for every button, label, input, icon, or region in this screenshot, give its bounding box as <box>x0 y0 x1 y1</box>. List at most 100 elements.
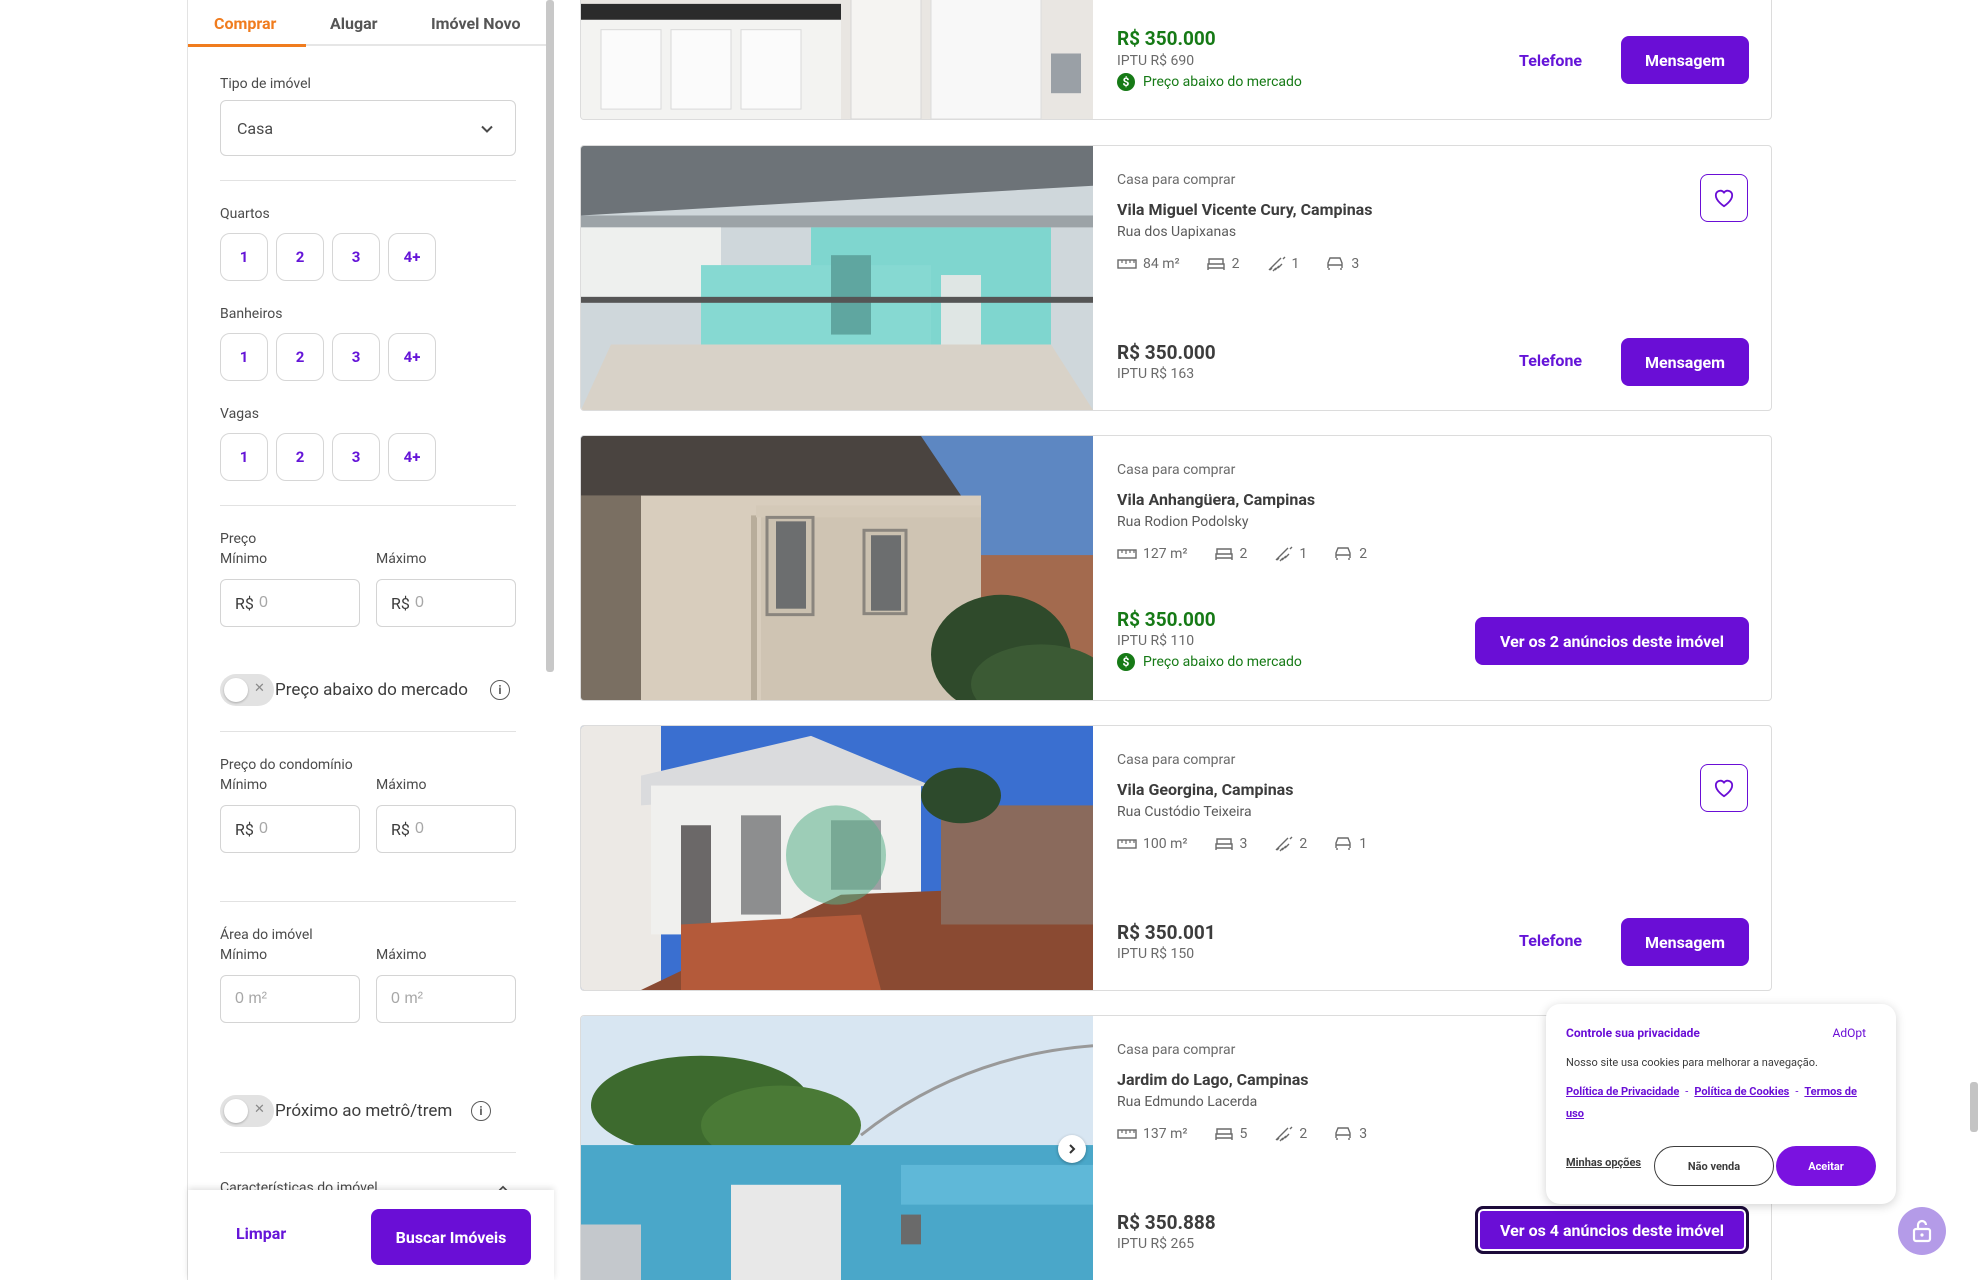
listing-features: 100 m² 3 2 1 <box>1117 834 1393 854</box>
banheiros-option-3[interactable]: 3 <box>332 333 380 381</box>
vagas-label: Vagas <box>220 406 259 422</box>
politica-cookies-link[interactable]: Política de Cookies <box>1694 1085 1789 1098</box>
toggle-knob <box>224 1099 248 1123</box>
parking-value: 3 <box>1351 256 1360 272</box>
ruler-icon <box>1117 1129 1137 1139</box>
ver-anuncios-button[interactable]: Ver os 2 anúncios deste imóvel <box>1475 617 1749 665</box>
banheiros-option-1[interactable]: 1 <box>220 333 268 381</box>
aceitar-button[interactable]: Aceitar <box>1776 1146 1876 1186</box>
privacy-popup: Controle sua privacidade AdOpt Nosso sit… <box>1546 1004 1896 1204</box>
minhas-opcoes-link[interactable]: Minhas opções <box>1566 1156 1641 1169</box>
below-market-label: Preço abaixo do mercado <box>1143 74 1302 90</box>
quartos-option-3[interactable]: 3 <box>332 233 380 281</box>
listing-card[interactable]: Casa para comprar Vila Anhangüera, Campi… <box>580 435 1772 701</box>
metro-toggle[interactable]: ✕ <box>220 1095 274 1127</box>
condominio-minimo-field[interactable]: R$ <box>220 805 360 853</box>
info-icon[interactable]: i <box>471 1101 491 1121</box>
currency-prefix: R$ <box>235 820 254 839</box>
beds-value: 2 <box>1231 256 1240 272</box>
buscar-imoveis-button[interactable]: Buscar Imóveis <box>371 1209 531 1265</box>
telefone-button[interactable]: Telefone <box>1519 51 1582 70</box>
listing-street: Rua Edmundo Lacerda <box>1117 1094 1258 1110</box>
divider <box>220 1152 516 1153</box>
currency-prefix: R$ <box>391 594 410 613</box>
shower-icon <box>1275 1126 1293 1142</box>
listing-name[interactable]: Jardim do Lago, Campinas <box>1117 1070 1308 1089</box>
politica-privacidade-link[interactable]: Política de Privacidade <box>1566 1085 1679 1098</box>
listing-price: R$ 350.001 <box>1117 921 1216 944</box>
area-maximo-field[interactable] <box>376 975 516 1023</box>
listing-name[interactable]: Vila Anhangüera, Campinas <box>1117 490 1315 509</box>
toggle-off-icon: ✕ <box>254 681 265 696</box>
page-scrollbar[interactable] <box>1970 1082 1978 1132</box>
vagas-option-3[interactable]: 3 <box>332 433 380 481</box>
below-market-badge: $ Preço abaixo do mercado <box>1117 653 1302 671</box>
divider <box>220 731 516 732</box>
sidebar-scrollbar[interactable] <box>546 0 554 672</box>
listing-features: 137 m² 5 2 3 <box>1117 1124 1393 1144</box>
privacy-lock-button[interactable] <box>1898 1207 1946 1255</box>
tipo-imovel-select[interactable]: Casa <box>220 100 516 156</box>
banheiros-option-2[interactable]: 2 <box>276 333 324 381</box>
mensagem-button[interactable]: Mensagem <box>1621 36 1749 84</box>
vagas-option-4plus[interactable]: 4+ <box>388 433 436 481</box>
vagas-option-1[interactable]: 1 <box>220 433 268 481</box>
listing-card[interactable]: R$ 350.000 IPTU R$ 690 $ Preço abaixo do… <box>580 0 1772 120</box>
listing-photo[interactable] <box>581 726 1093 990</box>
listing-price: R$ 350.888 <box>1117 1211 1216 1234</box>
listing-photo[interactable] <box>581 0 1093 119</box>
condominio-minimo-label: Mínimo <box>220 777 268 793</box>
banheiros-option-4plus[interactable]: 4+ <box>388 333 436 381</box>
condominio-maximo-field[interactable]: R$ <box>376 805 516 853</box>
area-minimo-label: Mínimo <box>220 947 268 963</box>
area-minimo-input[interactable] <box>235 986 325 1012</box>
quartos-option-1[interactable]: 1 <box>220 233 268 281</box>
privacy-brand[interactable]: AdOpt <box>1832 1026 1866 1040</box>
listing-photo[interactable] <box>581 1016 1093 1280</box>
area-maximo-input[interactable] <box>391 986 481 1012</box>
quartos-option-4plus[interactable]: 4+ <box>388 233 436 281</box>
listing-street: Rua Custódio Teixeira <box>1117 804 1252 820</box>
listing-card[interactable]: Casa para comprar Vila Miguel Vicente Cu… <box>580 145 1772 411</box>
mensagem-button[interactable]: Mensagem <box>1621 918 1749 966</box>
telefone-button[interactable]: Telefone <box>1519 931 1582 950</box>
quartos-option-2[interactable]: 2 <box>276 233 324 281</box>
favorite-button[interactable] <box>1700 174 1748 222</box>
divider <box>220 505 516 506</box>
divider <box>220 901 516 902</box>
listing-name[interactable]: Vila Miguel Vicente Cury, Campinas <box>1117 200 1372 219</box>
car-icon <box>1327 257 1344 270</box>
area-value: 84 m² <box>1143 256 1180 272</box>
preco-abaixo-toggle[interactable]: ✕ <box>220 674 274 706</box>
baths-value: 2 <box>1299 1126 1308 1142</box>
telefone-button[interactable]: Telefone <box>1519 351 1582 370</box>
listing-street: Rua dos Uapixanas <box>1117 224 1237 240</box>
tab-imovel-novo[interactable]: Imóvel Novo <box>431 14 521 33</box>
nao-venda-button[interactable]: Não venda <box>1654 1146 1774 1186</box>
condominio-minimo-input[interactable] <box>259 816 349 842</box>
listing-photo[interactable] <box>581 436 1093 700</box>
preco-maximo-field[interactable]: R$ <box>376 579 516 627</box>
condominio-maximo-input[interactable] <box>415 816 505 842</box>
listing-name[interactable]: Vila Georgina, Campinas <box>1117 780 1293 799</box>
search-tabs: Comprar Alugar Imóvel Novo <box>188 0 548 47</box>
ver-anuncios-button[interactable]: Ver os 4 anúncios deste imóvel <box>1475 1206 1749 1254</box>
vagas-option-2[interactable]: 2 <box>276 433 324 481</box>
chevron-down-icon <box>481 125 493 133</box>
mensagem-button[interactable]: Mensagem <box>1621 338 1749 386</box>
tab-alugar[interactable]: Alugar <box>330 14 378 33</box>
listing-card[interactable]: Casa para comprar Vila Georgina, Campina… <box>580 725 1772 991</box>
limpar-button[interactable]: Limpar <box>236 1224 286 1243</box>
info-icon[interactable]: i <box>490 680 510 700</box>
preco-minimo-input[interactable] <box>259 590 349 616</box>
preco-maximo-input[interactable] <box>415 590 505 616</box>
favorite-button[interactable] <box>1700 764 1748 812</box>
baths-value: 2 <box>1299 836 1308 852</box>
preco-minimo-field[interactable]: R$ <box>220 579 360 627</box>
tab-comprar[interactable]: Comprar <box>214 14 276 33</box>
listing-photo[interactable] <box>581 146 1093 410</box>
parking-value: 3 <box>1359 1126 1368 1142</box>
next-photo-button[interactable] <box>1058 1135 1086 1163</box>
area-minimo-field[interactable] <box>220 975 360 1023</box>
bed-icon <box>1214 548 1233 560</box>
